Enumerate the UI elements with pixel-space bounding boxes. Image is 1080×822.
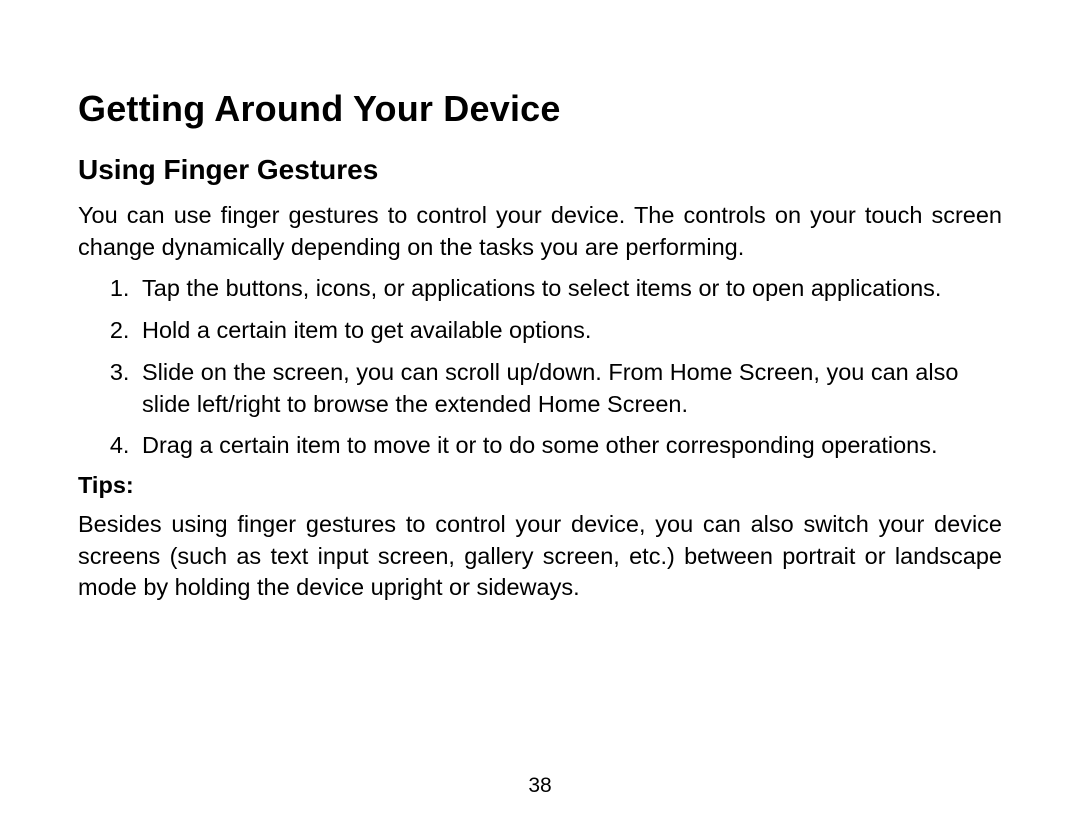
- tips-paragraph: Besides using finger gestures to control…: [78, 509, 1002, 604]
- tips-label: Tips:: [78, 472, 1002, 499]
- document-page: Getting Around Your Device Using Finger …: [0, 0, 1080, 822]
- list-item: Drag a certain item to move it or to do …: [136, 430, 1002, 462]
- list-item: Hold a certain item to get available opt…: [136, 315, 1002, 347]
- section-title: Using Finger Gestures: [78, 154, 1002, 186]
- steps-list: Tap the buttons, icons, or applications …: [78, 273, 1002, 462]
- chapter-title: Getting Around Your Device: [78, 88, 1002, 130]
- list-item: Slide on the screen, you can scroll up/d…: [136, 357, 1002, 420]
- intro-paragraph: You can use finger gestures to control y…: [78, 200, 1002, 263]
- list-item: Tap the buttons, icons, or applications …: [136, 273, 1002, 305]
- page-number: 38: [0, 774, 1080, 798]
